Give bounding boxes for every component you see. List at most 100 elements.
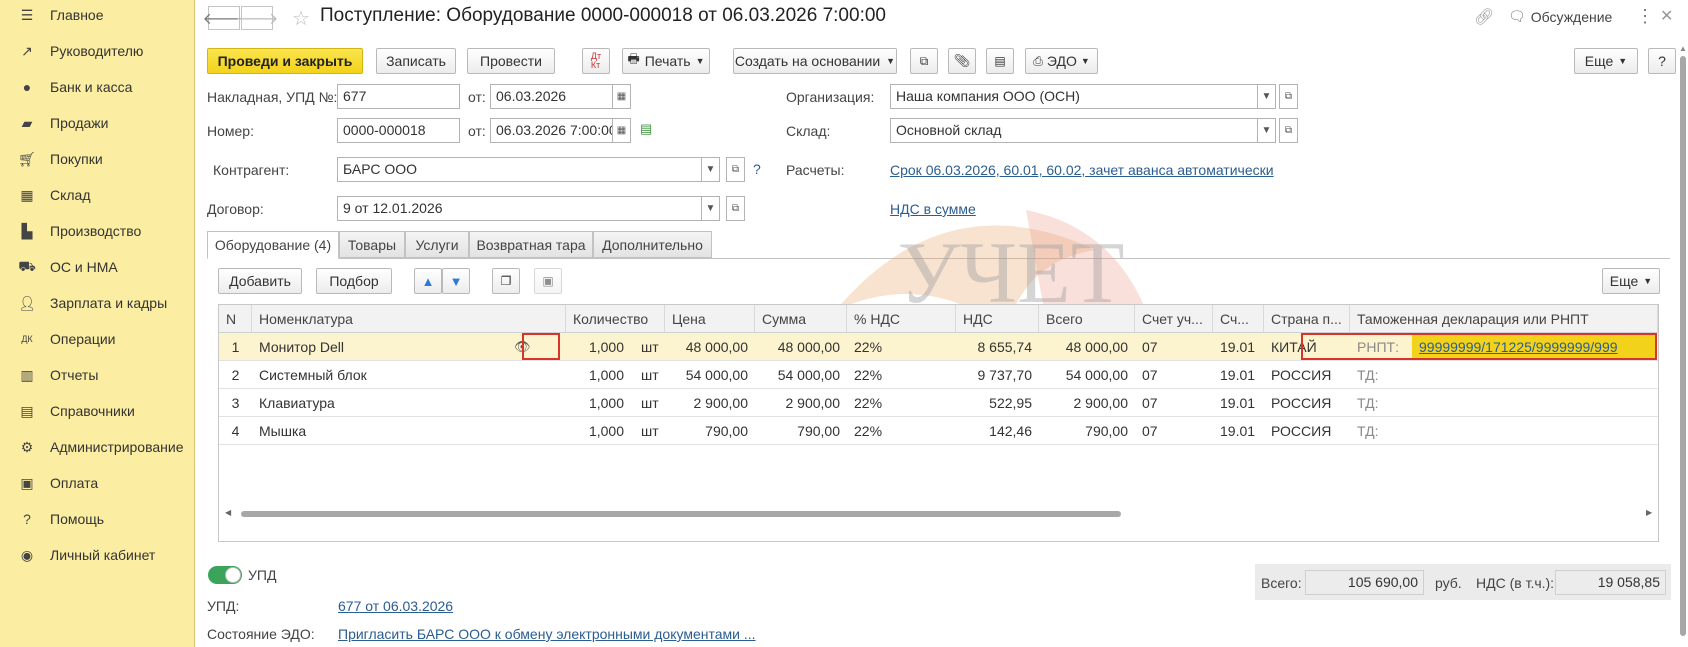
calendar-button[interactable]: ▦ bbox=[612, 84, 631, 109]
column-header[interactable]: Сч... bbox=[1213, 305, 1264, 333]
close-icon[interactable]: ✕ bbox=[1660, 6, 1673, 26]
number-date-field[interactable]: 06.03.2026 7:00:00 bbox=[490, 118, 613, 143]
column-header[interactable]: Страна п... bbox=[1264, 305, 1350, 333]
sidebar-item-16[interactable]: ◉ Личный кабинет bbox=[0, 540, 195, 570]
tab-returnable-packaging[interactable]: Возвратная тара bbox=[469, 231, 593, 258]
sidebar-item-9[interactable]: 👤︎ Зарплата и кадры bbox=[0, 288, 195, 318]
help-button[interactable]: ? bbox=[1648, 48, 1676, 74]
sidebar-item-2[interactable]: ↗ Руководителю bbox=[0, 36, 195, 66]
discussion-button[interactable]: 🗨︎ Обсуждение bbox=[1508, 8, 1612, 25]
sidebar-item-10[interactable]: ДК Операции bbox=[0, 324, 195, 354]
contractor-open-button[interactable]: ⧉ bbox=[726, 157, 745, 182]
cell-vat: 142,46 bbox=[989, 423, 1032, 439]
column-header[interactable]: Номенклатура bbox=[252, 305, 566, 333]
cell-unit: шт bbox=[641, 367, 659, 383]
post-button[interactable]: Провести bbox=[467, 48, 555, 74]
contract-dropdown[interactable]: ▼ bbox=[701, 196, 720, 221]
table-row[interactable]: 2 Системный блок 1,000 шт 54 000,00 54 000,00… bbox=[219, 361, 1658, 389]
organization-open-button[interactable]: ⧉ bbox=[1279, 84, 1298, 109]
copy-rows-button[interactable]: ❐ bbox=[492, 268, 520, 294]
cell-vat: 8 655,74 bbox=[977, 339, 1033, 355]
upd-link[interactable]: 677 от 06.03.2026 bbox=[338, 598, 453, 614]
help-icon: ? bbox=[23, 511, 31, 527]
add-row-button[interactable]: Добавить bbox=[218, 268, 302, 294]
help-icon[interactable]: ? bbox=[753, 161, 761, 177]
tab-goods[interactable]: Товары bbox=[339, 231, 405, 258]
organization-dropdown[interactable]: ▼ bbox=[1257, 84, 1276, 109]
vertical-scrollbar[interactable] bbox=[1680, 56, 1686, 636]
dt-kt-button[interactable]: Дт Кт bbox=[582, 48, 610, 74]
tab-equipment[interactable]: Оборудование (4) bbox=[207, 231, 339, 259]
horizontal-scrollbar[interactable] bbox=[241, 511, 1121, 517]
favorite-star-icon[interactable]: ☆ bbox=[292, 6, 310, 31]
edo-button[interactable]: ⎙ ЭДО ▼ bbox=[1025, 48, 1098, 74]
calendar-button[interactable]: ▦ bbox=[612, 118, 631, 143]
sidebar-item-7[interactable]: ▙ Производство bbox=[0, 216, 195, 246]
column-header[interactable]: Количество bbox=[566, 305, 665, 333]
sidebar-item-5[interactable]: 🛒︎ Покупки bbox=[0, 144, 195, 174]
sidebar-item-13[interactable]: ⚙ Администрирование bbox=[0, 432, 195, 462]
create-based-on-button[interactable]: Создать на основании ▼ bbox=[733, 48, 897, 74]
sidebar-item-4[interactable]: ▰ Продажи bbox=[0, 108, 195, 138]
vat-mode-link[interactable]: НДС в сумме bbox=[890, 201, 976, 217]
report-button[interactable]: ▤ bbox=[986, 48, 1014, 74]
sidebar-item-11[interactable]: ▥ Отчеты bbox=[0, 360, 195, 390]
invoice-number-field[interactable]: 677 bbox=[337, 84, 460, 109]
more-vertical-icon[interactable]: ⋮ bbox=[1636, 6, 1654, 27]
column-header[interactable]: N bbox=[219, 305, 252, 333]
cell-unit: шт bbox=[641, 395, 659, 411]
scroll-right-icon[interactable]: ▶ bbox=[1646, 508, 1652, 517]
write-button[interactable]: Записать bbox=[376, 48, 456, 74]
sidebar-item-1[interactable]: ☰ Главное bbox=[0, 0, 195, 30]
paste-rows-button[interactable]: ▣ bbox=[534, 268, 562, 294]
more-button[interactable]: Еще ▼ bbox=[1574, 48, 1638, 74]
print-button[interactable]: 🖶 Печать ▼ bbox=[622, 48, 710, 74]
sidebar-item-14[interactable]: ▣ Оплата bbox=[0, 468, 195, 498]
column-header[interactable]: Счет уч... bbox=[1135, 305, 1213, 333]
numbering-icon[interactable]: ▤ bbox=[640, 121, 652, 137]
invoice-date-field[interactable]: 06.03.2026 bbox=[490, 84, 613, 109]
post-and-close-button[interactable]: Проведи и закрыть bbox=[207, 48, 363, 74]
sidebar-item-3[interactable]: ● Банк и касса bbox=[0, 72, 195, 102]
column-header[interactable]: Сумма bbox=[755, 305, 847, 333]
warehouse-open-button[interactable]: ⧉ bbox=[1279, 118, 1298, 143]
contractor-field[interactable]: БАРС ООО bbox=[337, 157, 702, 182]
table-row[interactable]: 4 Мышка 1,000 шт 790,00 790,00 22% 142,46 790,00… bbox=[219, 417, 1658, 445]
column-header[interactable]: Всего bbox=[1039, 305, 1135, 333]
cell-vat: 522,95 bbox=[989, 395, 1032, 411]
link-icon[interactable]: 🔗︎ bbox=[1474, 7, 1494, 27]
scroll-up-icon[interactable]: ▲ bbox=[1679, 44, 1687, 53]
settlements-link[interactable]: Срок 06.03.2026, 60.01, 60.02, зачет ава… bbox=[890, 162, 1274, 178]
organization-field[interactable]: Наша компания ООО (ОСН) bbox=[890, 84, 1258, 109]
table-more-button[interactable]: Еще ▼ bbox=[1602, 268, 1660, 294]
highlight-box bbox=[522, 333, 560, 360]
scroll-left-icon[interactable]: ◀ bbox=[225, 508, 231, 517]
warehouse-dropdown[interactable]: ▼ bbox=[1257, 118, 1276, 143]
attach-button[interactable]: 📎︎ bbox=[948, 48, 976, 74]
column-header[interactable]: НДС bbox=[956, 305, 1039, 333]
total-value: 105 690,00 bbox=[1305, 570, 1424, 595]
organization-label: Организация: bbox=[786, 89, 875, 105]
forward-button[interactable]: 🡒 bbox=[236, 6, 278, 30]
column-header[interactable]: % НДС bbox=[847, 305, 956, 333]
contract-open-button[interactable]: ⧉ bbox=[726, 196, 745, 221]
number-field[interactable]: 0000-000018 bbox=[337, 118, 460, 143]
warehouse-field[interactable]: Основной склад bbox=[890, 118, 1258, 143]
edo-state-link[interactable]: Пригласить БАРС ООО к обмену электронным… bbox=[338, 626, 756, 642]
contract-field[interactable]: 9 от 12.01.2026 bbox=[337, 196, 702, 221]
structure-button[interactable]: ⧉ bbox=[910, 48, 938, 74]
contractor-dropdown[interactable]: ▼ bbox=[701, 157, 720, 182]
sidebar-item-12[interactable]: ▤ Справочники bbox=[0, 396, 195, 426]
tab-additional[interactable]: Дополнительно bbox=[593, 231, 712, 258]
column-header[interactable]: Таможенная декларация или РНПТ bbox=[1350, 305, 1658, 333]
sidebar-item-15[interactable]: ? Помощь bbox=[0, 504, 195, 534]
sidebar-item-8[interactable]: ⛟ ОС и НМА bbox=[0, 252, 195, 282]
pick-button[interactable]: Подбор bbox=[316, 268, 392, 294]
upd-toggle[interactable] bbox=[208, 566, 242, 584]
column-header[interactable]: Цена bbox=[665, 305, 755, 333]
sidebar-item-6[interactable]: ▦ Склад bbox=[0, 180, 195, 210]
table-row[interactable]: 3 Клавиатура 1,000 шт 2 900,00 2 900,00 22% 522… bbox=[219, 389, 1658, 417]
tab-services[interactable]: Услуги bbox=[405, 231, 469, 258]
move-down-button[interactable]: ▼ bbox=[442, 268, 470, 294]
move-up-button[interactable]: ▲ bbox=[414, 268, 442, 294]
